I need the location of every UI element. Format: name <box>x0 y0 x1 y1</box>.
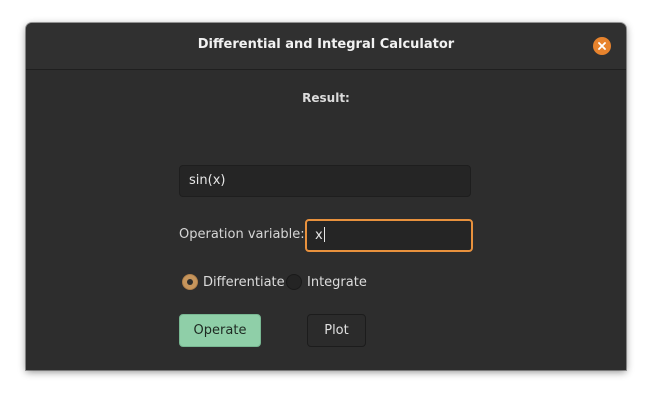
operation-variable-value: x <box>315 228 323 243</box>
plot-button[interactable]: Plot <box>307 314 366 347</box>
operation-variable-input[interactable]: x <box>305 219 473 252</box>
close-button[interactable] <box>593 37 611 55</box>
expression-input[interactable]: sin(x) <box>179 165 471 197</box>
differentiate-radio-label[interactable]: Differentiate <box>203 275 285 290</box>
title-bar[interactable]: Differential and Integral Calculator <box>26 23 626 70</box>
expression-value: sin(x) <box>189 173 226 188</box>
operation-variable-label: Operation variable: <box>179 227 305 242</box>
operate-button[interactable]: Operate <box>179 314 261 347</box>
close-icon <box>598 42 606 50</box>
differentiate-radio[interactable] <box>182 274 198 290</box>
integrate-radio[interactable] <box>286 274 302 290</box>
window-title: Differential and Integral Calculator <box>197 37 455 52</box>
calculator-window: Differential and Integral Calculator Res… <box>26 23 626 370</box>
text-caret <box>323 227 325 242</box>
result-label: Result: <box>302 91 350 105</box>
integrate-radio-label[interactable]: Integrate <box>307 275 367 290</box>
